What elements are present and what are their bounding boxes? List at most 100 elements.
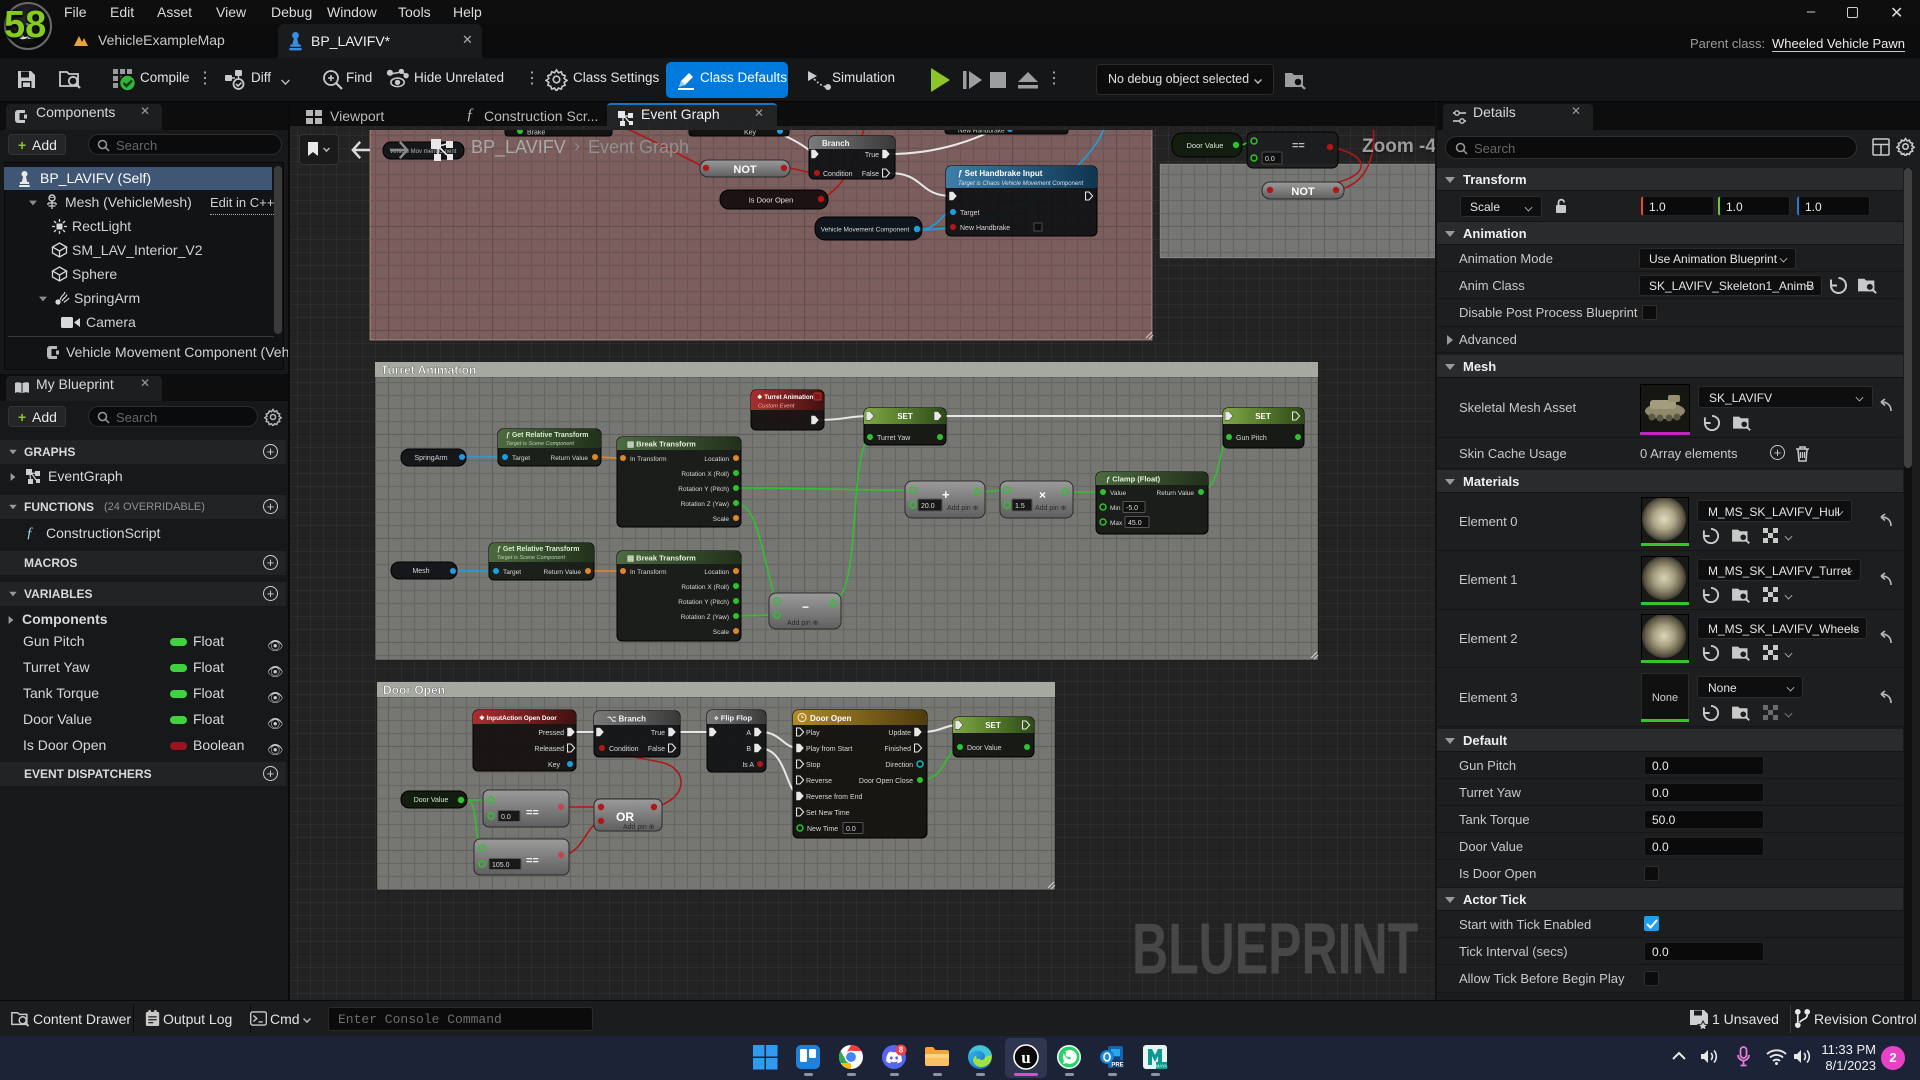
svg-text:Is Door Open: Is Door Open bbox=[749, 196, 794, 205]
svg-text:Key: Key bbox=[744, 130, 757, 137]
svg-text:105.0: 105.0 bbox=[492, 862, 510, 869]
svg-text:In Transform: In Transform bbox=[630, 569, 666, 576]
svg-text:A: A bbox=[746, 730, 751, 737]
svg-text:New Time: New Time bbox=[807, 826, 838, 833]
svg-text:In Transform: In Transform bbox=[630, 456, 666, 463]
svg-text:Rotation X (Roll): Rotation X (Roll) bbox=[681, 471, 729, 478]
svg-text:Key: Key bbox=[548, 762, 561, 769]
svg-text:u: u bbox=[1021, 1048, 1030, 1067]
svg-text:Custom Event: Custom Event bbox=[758, 404, 795, 410]
svg-text:Rotation Z (Yaw): Rotation Z (Yaw) bbox=[681, 614, 729, 621]
svg-text:False: False bbox=[862, 171, 879, 178]
svg-text:SET: SET bbox=[897, 412, 913, 421]
svg-text:ƒ Get Relative Transform: ƒ Get Relative Transform bbox=[506, 432, 588, 439]
svg-text:Condition: Condition bbox=[609, 746, 639, 753]
svg-text:0.0: 0.0 bbox=[846, 826, 856, 833]
svg-text:Value: Value bbox=[1110, 490, 1127, 497]
svg-text:Door Open: Door Open bbox=[810, 714, 851, 723]
svg-text:Released: Released bbox=[534, 746, 564, 753]
svg-text:⋄ Flip Flop: ⋄ Flip Flop bbox=[714, 714, 752, 723]
svg-text:Vehicle Movement Component: Vehicle Movement Component bbox=[821, 227, 910, 234]
svg-text:Rotation Y (Pitch): Rotation Y (Pitch) bbox=[678, 599, 729, 606]
svg-text:PRE: PRE bbox=[1111, 1063, 1123, 1069]
svg-text:New Handbrake: New Handbrake bbox=[958, 130, 1005, 135]
svg-text:False: False bbox=[648, 746, 665, 753]
svg-text:Turret Yaw: Turret Yaw bbox=[877, 435, 911, 442]
svg-text:ƒ Get Relative Transform: ƒ Get Relative Transform bbox=[497, 546, 579, 553]
svg-text:Target is Scene Component: Target is Scene Component bbox=[506, 441, 574, 447]
svg-text:▤ Break Transform: ▤ Break Transform bbox=[627, 440, 696, 449]
svg-text:Return Value: Return Value bbox=[544, 569, 582, 576]
svg-text:45.0: 45.0 bbox=[1128, 520, 1142, 527]
svg-text:Door Value: Door Value bbox=[414, 797, 449, 804]
svg-text:Is A: Is A bbox=[742, 762, 754, 769]
svg-text:Rotation Y (Pitch): Rotation Y (Pitch) bbox=[678, 486, 729, 493]
svg-text:▤ Break Transform: ▤ Break Transform bbox=[627, 554, 696, 563]
svg-text:Location: Location bbox=[704, 456, 729, 463]
svg-text:Target is Scene Component: Target is Scene Component bbox=[497, 555, 565, 561]
svg-text:True: True bbox=[865, 152, 879, 159]
svg-text:True: True bbox=[651, 730, 665, 737]
svg-text:Door Value: Door Value bbox=[967, 745, 1002, 752]
svg-text:Play from Start: Play from Start bbox=[806, 746, 852, 753]
svg-text:Return Value: Return Value bbox=[551, 455, 589, 462]
svg-text:SET: SET bbox=[1255, 412, 1271, 421]
svg-text:Door Open Close: Door Open Close bbox=[859, 778, 913, 785]
svg-text:Finished: Finished bbox=[885, 746, 912, 753]
svg-text:0.0: 0.0 bbox=[501, 814, 511, 821]
svg-text:×: × bbox=[1039, 488, 1046, 502]
svg-text:ƒ Clamp (Float): ƒ Clamp (Float) bbox=[1106, 475, 1161, 484]
svg-text:Mesh: Mesh bbox=[412, 568, 429, 575]
svg-text:⌥ Branch: ⌥ Branch bbox=[607, 715, 646, 724]
svg-text:OR: OR bbox=[616, 810, 634, 824]
svg-text:20.0: 20.0 bbox=[921, 503, 935, 510]
svg-text:Pressed: Pressed bbox=[538, 730, 564, 737]
svg-text:==: == bbox=[526, 855, 539, 867]
svg-text:1.5: 1.5 bbox=[1015, 503, 1025, 510]
svg-text:❖ Turret Animation: ❖ Turret Animation bbox=[757, 394, 814, 401]
svg-text:Brake: Brake bbox=[527, 130, 545, 137]
svg-text:Door Value: Door Value bbox=[1187, 141, 1224, 150]
svg-text:Target: Target bbox=[960, 210, 980, 217]
svg-text:Scale: Scale bbox=[713, 629, 730, 636]
svg-text:NOT: NOT bbox=[1291, 186, 1315, 198]
svg-text:Add pin ⊕: Add pin ⊕ bbox=[947, 505, 979, 512]
svg-text:Stop: Stop bbox=[806, 762, 821, 769]
svg-text:Add pin ⊕: Add pin ⊕ bbox=[623, 824, 655, 831]
svg-text:Branch: Branch bbox=[822, 139, 850, 148]
svg-text:MAYA: MAYA bbox=[1155, 1064, 1167, 1069]
svg-text:Turret Animation: Turret Animation bbox=[381, 363, 476, 377]
svg-text:Gun Pitch: Gun Pitch bbox=[1236, 435, 1267, 442]
svg-text:==: == bbox=[1292, 140, 1305, 152]
svg-text:Rotation Z (Yaw): Rotation Z (Yaw) bbox=[681, 501, 729, 508]
svg-text:Return Value: Return Value bbox=[1157, 490, 1195, 497]
svg-text:Condition: Condition bbox=[823, 171, 853, 178]
svg-text:Target: Target bbox=[503, 569, 521, 576]
svg-text:Door Open: Door Open bbox=[383, 683, 445, 697]
svg-text:B: B bbox=[746, 746, 751, 753]
svg-text:Add pin ⊕: Add pin ⊕ bbox=[1035, 505, 1067, 512]
svg-text:+: + bbox=[942, 487, 950, 502]
svg-text:ƒ Set Handbrake Input: ƒ Set Handbrake Input bbox=[958, 169, 1043, 178]
svg-text:8: 8 bbox=[899, 1046, 904, 1055]
svg-text:SET: SET bbox=[985, 721, 1001, 730]
svg-text:Rotation X (Roll): Rotation X (Roll) bbox=[681, 584, 729, 591]
svg-text:0.0: 0.0 bbox=[1265, 156, 1275, 163]
svg-text:❖ InputAction Open Door: ❖ InputAction Open Door bbox=[479, 715, 557, 722]
svg-text:Target is Chaos Vehicle Moveme: Target is Chaos Vehicle Movement Compone… bbox=[958, 181, 1084, 187]
svg-text:Target: Target bbox=[512, 455, 530, 462]
svg-text:-5.0: -5.0 bbox=[1126, 505, 1138, 512]
svg-text:Max: Max bbox=[1110, 520, 1123, 527]
svg-text:==: == bbox=[526, 807, 539, 819]
svg-text:Set New Time: Set New Time bbox=[806, 810, 850, 817]
svg-text:SpringArm: SpringArm bbox=[414, 455, 447, 462]
svg-text:NOT: NOT bbox=[733, 164, 757, 176]
svg-text:Reverse: Reverse bbox=[806, 778, 832, 785]
svg-text:Update: Update bbox=[888, 730, 911, 737]
svg-text:Scale: Scale bbox=[713, 516, 730, 523]
svg-text:Play: Play bbox=[806, 730, 820, 737]
svg-text:−: − bbox=[802, 600, 809, 614]
svg-text:New Handbrake: New Handbrake bbox=[960, 225, 1010, 232]
svg-text:Add pin ⊕: Add pin ⊕ bbox=[787, 620, 819, 627]
svg-text:Location: Location bbox=[704, 569, 729, 576]
